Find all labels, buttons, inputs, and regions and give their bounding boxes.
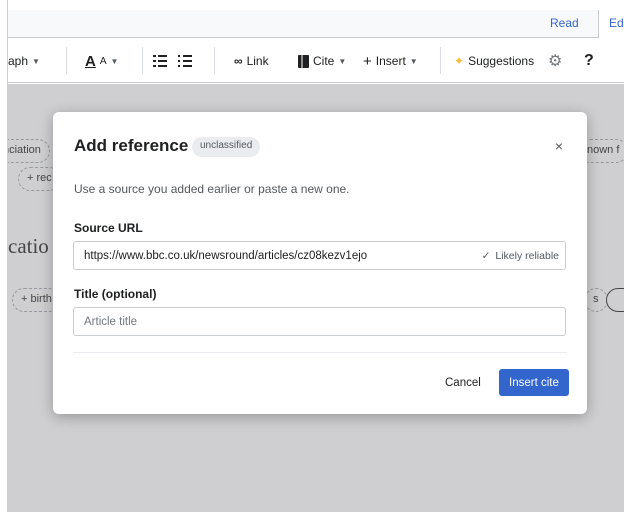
paragraph-format-label: aph: [8, 54, 29, 68]
title-input[interactable]: [73, 307, 566, 336]
insert-cite-button[interactable]: Insert cite: [499, 369, 569, 396]
link-label: Link: [246, 54, 269, 68]
cite-label: Cite: [313, 54, 335, 68]
suggestions-button[interactable]: ✦ Suggestions: [454, 53, 534, 69]
title-label: Title (optional): [74, 287, 157, 301]
numbered-list-button[interactable]: [153, 53, 167, 69]
cite-dropdown[interactable]: Cite ▼: [298, 53, 346, 69]
dialog-intro-text: Use a source you added earlier or paste …: [74, 182, 350, 196]
insert-dropdown[interactable]: + Insert ▼: [363, 52, 418, 70]
tab-read[interactable]: Read: [550, 16, 579, 30]
suggestions-label: Suggestions: [468, 54, 535, 68]
toolbar-divider: [142, 47, 143, 74]
dialog-title: Add reference: [74, 136, 189, 155]
classification-badge: unclassified: [192, 137, 261, 157]
editor-window: Read Ed aph ▼ A A ▼ ∞ Link Cite ▼ + Inse…: [0, 0, 624, 512]
tab-edit[interactable]: Ed: [598, 10, 624, 39]
close-icon[interactable]: ×: [555, 138, 563, 154]
toolbar-divider: [440, 47, 441, 74]
insert-label: Insert: [375, 54, 406, 68]
editor-toolbar: aph ▼ A A ▼ ∞ Link Cite ▼ + Insert ▼ ✦ S…: [8, 38, 624, 83]
text-size-small-a-icon: A: [99, 55, 107, 67]
text-style-icon: A: [85, 52, 96, 70]
help-button[interactable]: ?: [584, 52, 594, 69]
link-button[interactable]: ∞ Link: [234, 53, 269, 69]
paragraph-format-dropdown[interactable]: aph ▼: [8, 53, 40, 69]
toolbar-divider: [66, 47, 67, 74]
dialog-divider: [73, 352, 567, 353]
page-tabs-bar: Read Ed: [8, 10, 624, 39]
reliability-label: Likely reliable: [495, 250, 559, 262]
bullet-list-button[interactable]: [178, 53, 192, 69]
window-left-border: [0, 0, 8, 512]
bullet-list-icon: [178, 55, 192, 67]
add-reference-dialog: Add reference unclassified × Use a sourc…: [53, 112, 587, 414]
source-url-label: Source URL: [74, 221, 143, 235]
numbered-list-icon: [153, 55, 167, 67]
chevron-down-icon: ▼: [32, 56, 40, 66]
help-icon: ?: [584, 52, 594, 69]
reliability-indicator: ✓ Likely reliable: [482, 250, 559, 262]
chevron-down-icon: ▼: [110, 56, 119, 66]
toolbar-divider: [214, 47, 215, 74]
chevron-down-icon: ▼: [409, 56, 418, 66]
cancel-button[interactable]: Cancel: [435, 370, 491, 396]
sparkle-icon: ✦: [454, 54, 465, 68]
checkmark-icon: ✓: [481, 250, 491, 262]
cite-book-icon: [298, 54, 309, 68]
plus-icon: +: [363, 52, 372, 70]
gear-icon: ⚙: [548, 53, 563, 70]
text-style-dropdown[interactable]: A A ▼: [85, 52, 119, 70]
link-icon: ∞: [234, 54, 243, 68]
settings-button[interactable]: ⚙: [548, 53, 563, 70]
chevron-down-icon: ▼: [338, 56, 347, 66]
